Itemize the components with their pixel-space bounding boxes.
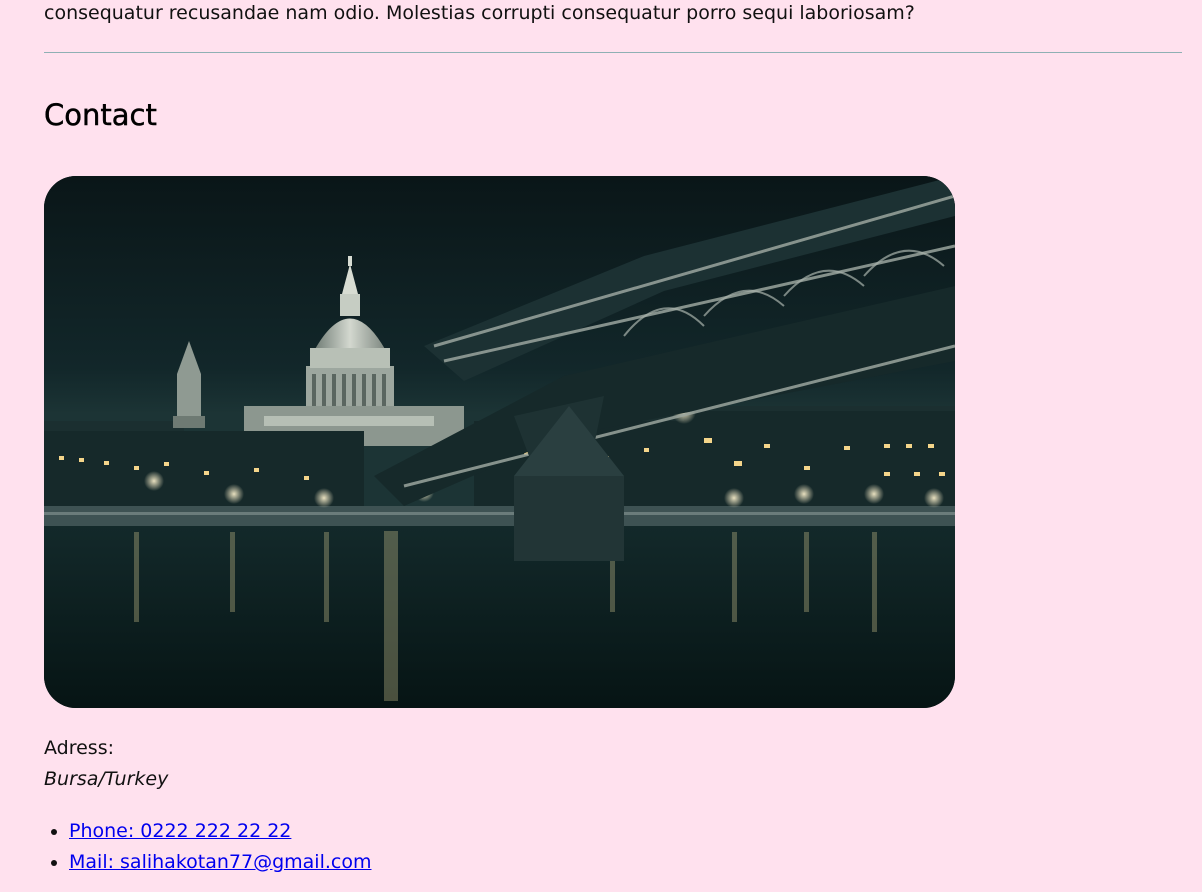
london-night-photo (44, 176, 955, 708)
address-value: Bursa/Turkey (44, 768, 169, 790)
contact-links-list: Phone: 0222 222 22 22 Mail: salihakotan7… (44, 816, 371, 878)
intro-paragraph: consequatur recusandae nam odio. Molesti… (44, 2, 915, 24)
email-link[interactable]: Mail: salihakotan77@gmail.com (69, 851, 371, 873)
section-divider (44, 52, 1182, 53)
contact-heading: Contact (44, 98, 157, 132)
list-item: Phone: 0222 222 22 22 (69, 816, 371, 847)
list-item: Mail: salihakotan77@gmail.com (69, 847, 371, 878)
address-label: Adress: (44, 737, 115, 759)
phone-link[interactable]: Phone: 0222 222 22 22 (69, 820, 291, 842)
